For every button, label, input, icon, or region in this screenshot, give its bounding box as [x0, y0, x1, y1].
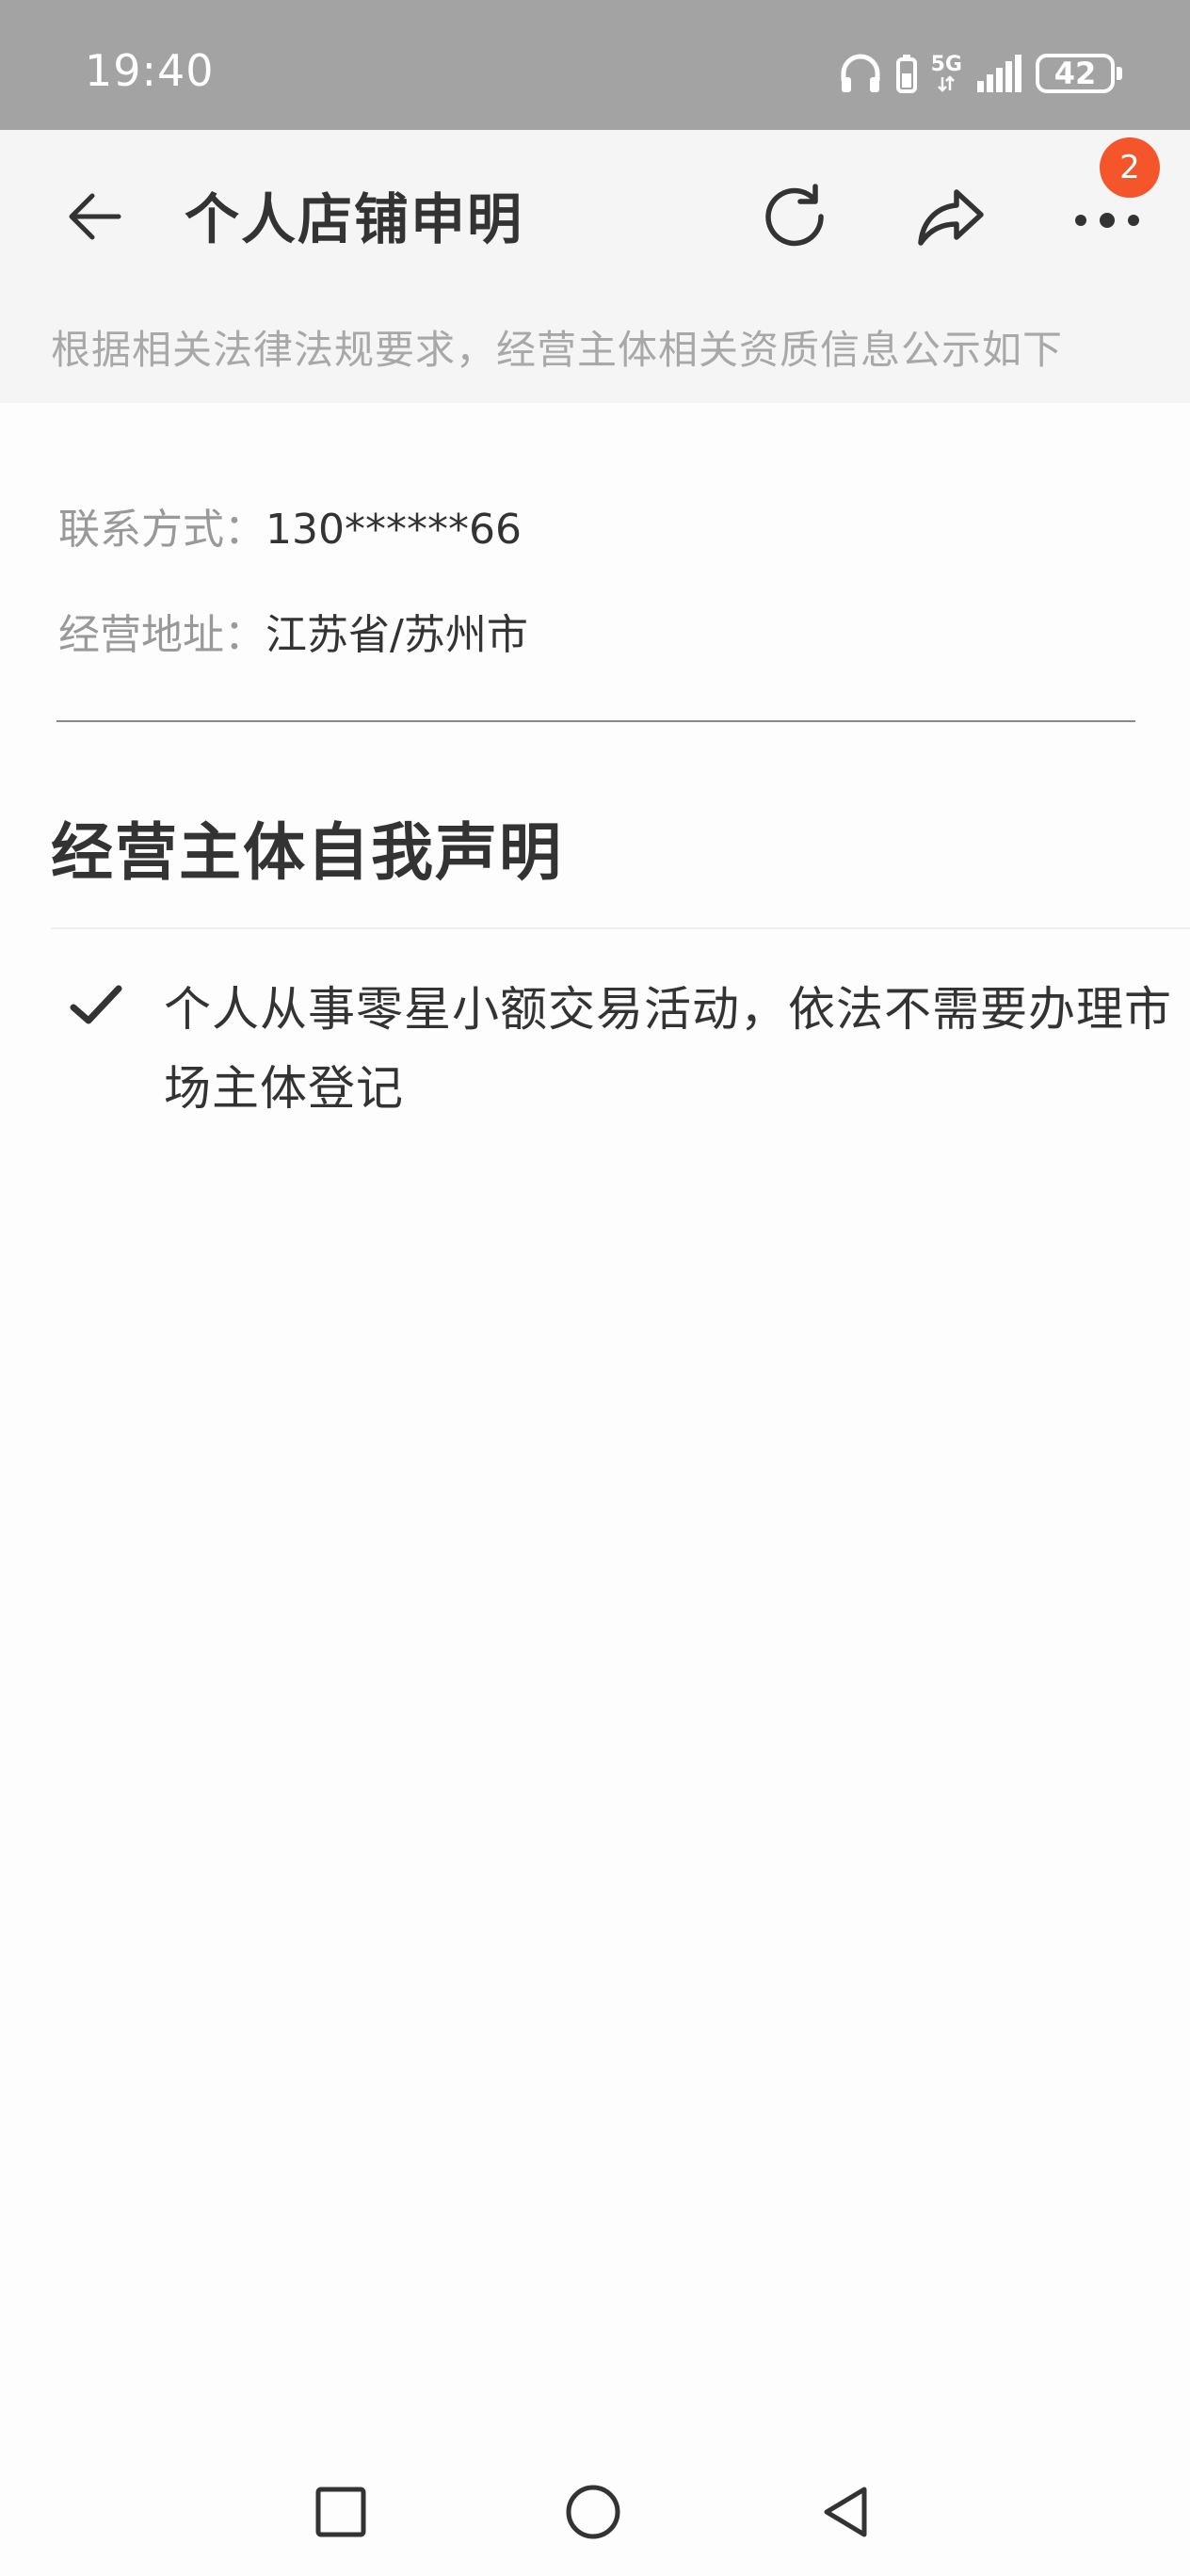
address-label: 经营地址：	[58, 611, 265, 659]
back-icon	[824, 2487, 867, 2537]
battery-icon: 42	[1036, 54, 1122, 93]
contact-value: 130******66	[265, 506, 522, 554]
battery-level: 42	[1053, 56, 1097, 91]
5g-icon: 5G	[931, 55, 962, 92]
back-button[interactable]	[56, 179, 132, 254]
contact-label: 联系方式：	[58, 506, 265, 554]
refresh-icon	[765, 184, 824, 247]
refresh-button[interactable]	[753, 175, 836, 258]
system-back-button[interactable]	[808, 2474, 883, 2550]
divider	[56, 720, 1135, 722]
recent-apps-button[interactable]	[303, 2474, 378, 2550]
share-button[interactable]	[909, 175, 992, 258]
back-arrow-icon	[69, 193, 121, 240]
home-icon	[566, 2485, 620, 2539]
check-icon	[70, 985, 122, 1024]
battery-saver-icon	[895, 53, 918, 94]
declaration-title: 经营主体自我声明	[51, 816, 563, 889]
status-bar: 19:40 5G 42	[0, 0, 1190, 130]
navigation-bar	[0, 2448, 1190, 2576]
divider	[51, 927, 1190, 929]
notification-badge: 2	[1100, 137, 1160, 198]
headphones-icon	[839, 53, 882, 94]
status-time: 19:40	[85, 45, 215, 96]
disclosure-notice: 根据相关法律法规要求，经营主体相关资质信息公示如下	[51, 327, 1064, 373]
address-value: 江苏省/苏州市	[265, 611, 528, 659]
status-icons: 5G 42	[839, 49, 1122, 98]
signal-icon	[975, 53, 1022, 94]
recent-apps-icon	[315, 2487, 366, 2537]
share-icon	[918, 189, 984, 246]
declaration-text: 个人从事零星小额交易活动，依法不需要办理市场主体登记	[164, 982, 1172, 1116]
page-title: 个人店铺申明	[185, 187, 524, 251]
contact-row: 联系方式： 130******66	[58, 495, 522, 555]
header: 个人店铺申明 2 根据相关法律法规要求，经营主体相关资质信息公示如下	[0, 130, 1190, 403]
address-row: 经营地址： 江苏省/苏州市	[58, 601, 528, 661]
network-type: 5G	[930, 53, 962, 76]
home-button[interactable]	[555, 2474, 631, 2550]
